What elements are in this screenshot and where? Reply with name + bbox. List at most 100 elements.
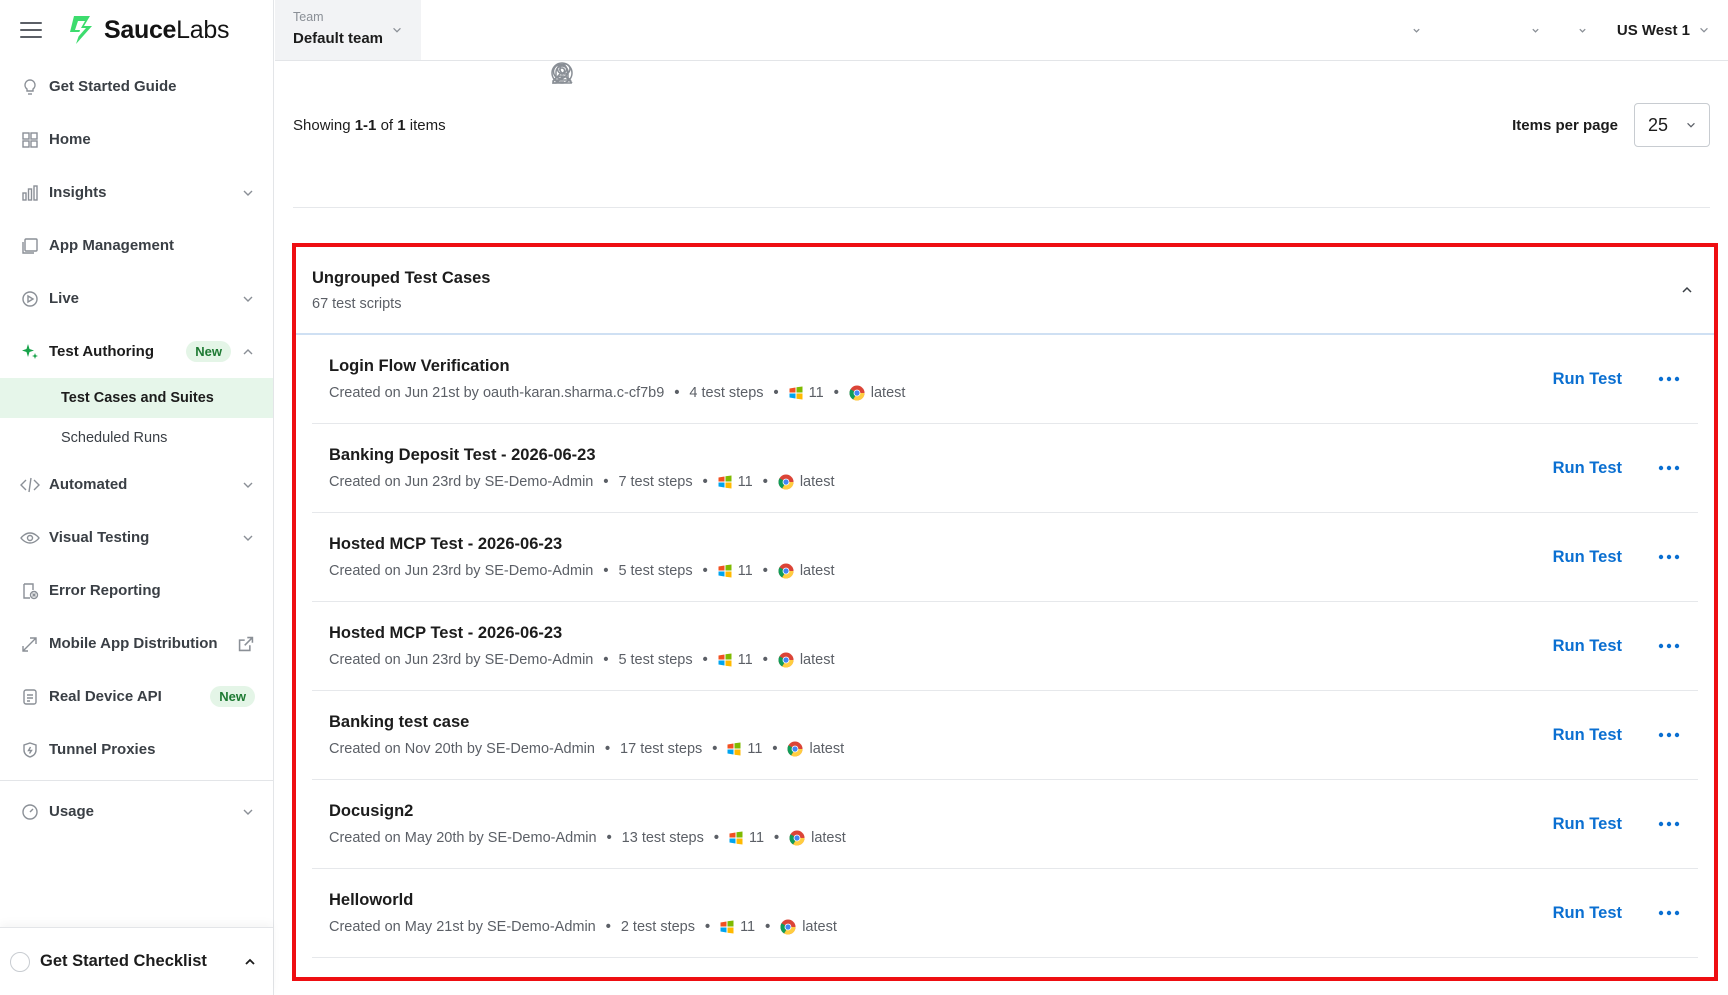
test-case-steps: 5 test steps xyxy=(618,563,693,579)
sidebar-item-get-started-guide[interactable]: Get Started Guide xyxy=(0,60,273,113)
chevron-down-icon xyxy=(1579,28,1586,33)
group-header[interactable]: Ungrouped Test Cases 67 test scripts xyxy=(296,247,1714,335)
sidebar-item-live[interactable]: Live xyxy=(0,272,273,325)
sidebar-item-visual-testing[interactable]: Visual Testing xyxy=(0,511,273,564)
test-case-row[interactable]: Banking test case Created on Nov 20th by… xyxy=(312,691,1698,780)
separator-dot: • xyxy=(762,474,768,490)
user-menu-button[interactable] xyxy=(552,26,1587,84)
test-case-name[interactable]: Helloworld xyxy=(329,891,1553,910)
items-per-page-select[interactable]: 25 xyxy=(1634,103,1710,147)
chrome-icon xyxy=(778,563,794,579)
test-case-meta: Created on Jun 23rd by SE-Demo-Admin • 5… xyxy=(329,563,1553,579)
test-case-meta: Created on Jun 23rd by SE-Demo-Admin • 5… xyxy=(329,652,1553,668)
test-case-row[interactable]: Login Flow Verification Created on Jun 2… xyxy=(312,335,1698,424)
chevron-down-icon xyxy=(1700,27,1708,33)
test-case-name[interactable]: Banking test case xyxy=(329,713,1553,732)
test-case-name[interactable]: Login Flow Verification xyxy=(329,357,1553,376)
chevron-down-icon[interactable] xyxy=(241,292,255,306)
region-selector[interactable]: US West 1 xyxy=(1617,22,1710,39)
test-case-name[interactable]: Hosted MCP Test - 2026-06-23 xyxy=(329,535,1553,554)
windows-icon xyxy=(718,475,732,489)
more-icon[interactable] xyxy=(1658,376,1680,382)
sidebar-item-home[interactable]: Home xyxy=(0,113,273,166)
saucelabs-logo[interactable]: SauceLabs xyxy=(64,14,229,46)
team-selector[interactable]: Team Default team xyxy=(275,0,421,60)
test-case-meta: Created on May 21st by SE-Demo-Admin • 2… xyxy=(329,919,1553,935)
run-test-button[interactable]: Run Test xyxy=(1553,726,1622,745)
menu-icon[interactable] xyxy=(20,22,42,38)
run-test-button[interactable]: Run Test xyxy=(1553,637,1622,656)
access-key-button[interactable] xyxy=(552,26,1421,84)
more-icon[interactable] xyxy=(1658,732,1680,738)
chevron-down-icon[interactable] xyxy=(241,186,255,200)
chevron-up-icon[interactable] xyxy=(243,955,257,969)
chrome-icon xyxy=(849,385,865,401)
chevron-down-icon[interactable] xyxy=(241,531,255,545)
test-case-browser-version: latest xyxy=(809,741,845,757)
separator-dot: • xyxy=(603,652,609,668)
run-test-button[interactable]: Run Test xyxy=(1553,459,1622,478)
sidebar-item-mobile-app-distribution[interactable]: Mobile App Distribution xyxy=(0,617,273,670)
sidebar-item-test-authoring[interactable]: Test Authoring New xyxy=(0,325,273,378)
list-divider xyxy=(293,207,1710,208)
test-case-created: Created on Nov 20th by SE-Demo-Admin xyxy=(329,741,595,757)
test-case-row[interactable]: Hosted MCP Test - 2026-06-23 Created on … xyxy=(312,513,1698,602)
separator-dot: • xyxy=(772,741,778,757)
separator-dot: • xyxy=(605,919,611,935)
run-test-button[interactable]: Run Test xyxy=(1553,815,1622,834)
chevron-down-icon[interactable] xyxy=(241,805,255,819)
separator-dot: • xyxy=(702,652,708,668)
chevron-up-icon[interactable] xyxy=(1680,283,1694,297)
test-case-row[interactable]: Banking Deposit Test - 2026-06-23 Create… xyxy=(312,424,1698,513)
separator-dot: • xyxy=(604,741,611,757)
test-case-os-version: 11 xyxy=(748,830,765,846)
help-button[interactable] xyxy=(551,26,1540,84)
more-icon[interactable] xyxy=(1658,910,1680,916)
more-icon[interactable] xyxy=(1658,643,1680,649)
windows-icon xyxy=(718,653,732,667)
test-case-created: Created on Jun 23rd by SE-Demo-Admin xyxy=(329,563,594,579)
run-test-button[interactable]: Run Test xyxy=(1553,370,1622,389)
sidebar-subitem-scheduled-runs[interactable]: Scheduled Runs xyxy=(0,418,273,458)
sidebar-item-error-reporting[interactable]: Error Reporting xyxy=(0,564,273,617)
test-case-steps: 2 test steps xyxy=(620,919,695,935)
sidebar-subitem-test-cases-and-suites[interactable]: Test Cases and Suites xyxy=(0,378,273,418)
external-link-icon[interactable] xyxy=(237,635,255,653)
sidebar-item-app-management[interactable]: App Management xyxy=(0,219,273,272)
run-test-button[interactable]: Run Test xyxy=(1553,904,1622,923)
sidebar-item-usage[interactable]: Usage xyxy=(0,785,273,838)
lightbulb-icon xyxy=(20,77,40,97)
test-case-name[interactable]: Banking Deposit Test - 2026-06-23 xyxy=(329,446,1553,465)
play-icon xyxy=(20,289,40,309)
chrome-icon xyxy=(789,830,805,846)
chrome-icon xyxy=(778,652,794,668)
more-icon[interactable] xyxy=(1658,821,1680,827)
chrome-icon xyxy=(778,474,794,490)
test-case-row[interactable]: Docusign2 Created on May 20th by SE-Demo… xyxy=(312,780,1698,869)
test-case-name[interactable]: Docusign2 xyxy=(329,802,1553,821)
chevron-down-icon[interactable] xyxy=(241,478,255,492)
logo-text: SauceLabs xyxy=(104,15,230,44)
test-case-created: Created on May 21st by SE-Demo-Admin xyxy=(329,919,596,935)
test-case-row[interactable]: Helloworld Created on May 21st by SE-Dem… xyxy=(312,869,1698,958)
separator-dot: • xyxy=(773,385,779,401)
windows-icon xyxy=(729,831,743,845)
get-started-checklist[interactable]: Get Started Checklist xyxy=(0,927,273,995)
chevron-up-icon[interactable] xyxy=(241,345,255,359)
test-case-list: Login Flow Verification Created on Jun 2… xyxy=(296,335,1714,958)
test-case-row[interactable]: Hosted MCP Test - 2026-06-23 Created on … xyxy=(312,602,1698,691)
test-case-name[interactable]: Hosted MCP Test - 2026-06-23 xyxy=(329,624,1553,643)
more-icon[interactable] xyxy=(1658,554,1680,560)
sidebar-item-tunnel-proxies[interactable]: Tunnel Proxies xyxy=(0,723,273,776)
separator-dot: • xyxy=(606,830,612,846)
sidebar-item-real-device-api[interactable]: Real Device API New xyxy=(0,670,273,723)
run-test-button[interactable]: Run Test xyxy=(1553,548,1622,567)
brand-header: SauceLabs xyxy=(0,0,273,60)
list-toolbar: Showing 1-1 of 1 items Items per page 25 xyxy=(293,101,1710,149)
error-icon xyxy=(20,581,40,601)
gauge-icon xyxy=(20,802,40,822)
sidebar-item-automated[interactable]: Automated xyxy=(0,458,273,511)
chevron-down-icon xyxy=(393,27,401,33)
sidebar-item-insights[interactable]: Insights xyxy=(0,166,273,219)
more-icon[interactable] xyxy=(1658,465,1680,471)
